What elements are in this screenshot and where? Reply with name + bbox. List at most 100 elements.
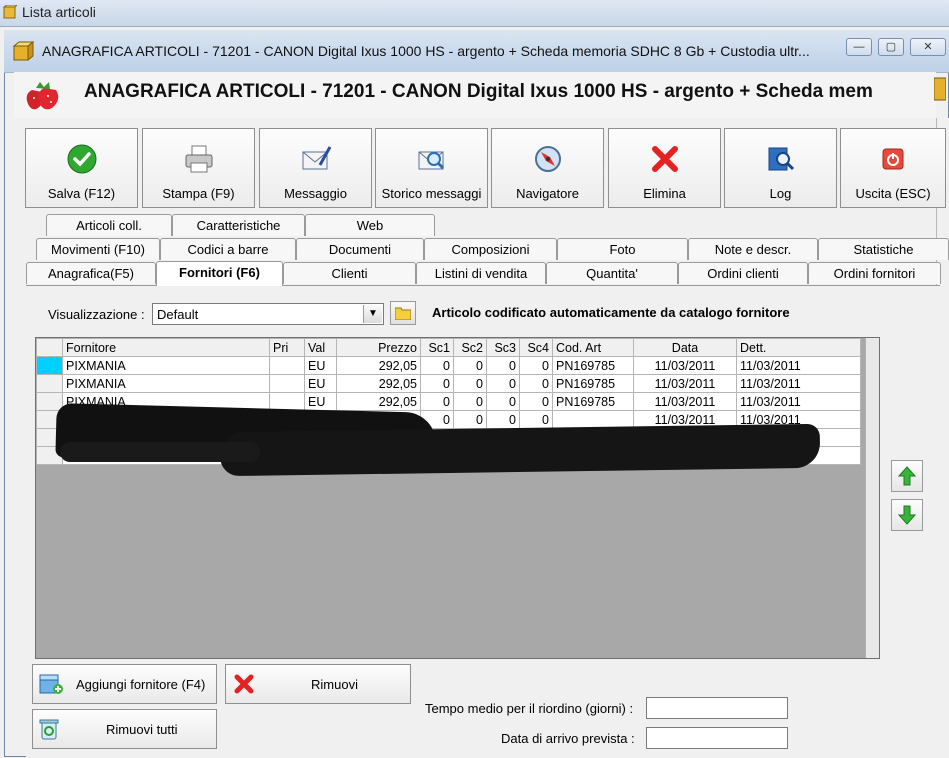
table-cell[interactable]: 292,05 <box>336 356 421 375</box>
table-cell[interactable]: EU <box>304 374 337 393</box>
minimize-button[interactable]: — <box>846 38 872 56</box>
tab-codici-a-barre[interactable]: Codici a barre <box>160 238 296 260</box>
tab-caratteristiche[interactable]: Caratteristiche <box>172 214 305 236</box>
suppliers-grid[interactable]: Fornitore Pri Val Prezzo Sc1 Sc2 Sc3 Sc4… <box>35 337 880 659</box>
tab-ordini-fornitori[interactable]: Ordini fornitori <box>808 262 941 284</box>
view-select[interactable]: Default ▼ <box>152 303 384 325</box>
table-cell[interactable]: 0 <box>519 392 553 411</box>
exit-button[interactable]: Uscita (ESC) <box>840 128 946 208</box>
table-cell[interactable]: 0 <box>519 356 553 375</box>
table-cell[interactable] <box>269 356 305 375</box>
table-cell[interactable]: 0 <box>420 356 454 375</box>
row-indicator[interactable] <box>36 374 63 393</box>
col-cod-art[interactable]: Cod. Art <box>552 338 634 357</box>
table-cell[interactable]: 292,05 <box>336 392 421 411</box>
table-cell[interactable] <box>269 374 305 393</box>
table-cell[interactable]: 0 <box>453 374 487 393</box>
navigator-button[interactable]: Navigatore <box>491 128 604 208</box>
table-cell[interactable]: 11/03/2011 <box>736 374 861 393</box>
close-button[interactable]: ✕ <box>910 38 946 56</box>
table-cell[interactable]: PN169785 <box>552 356 634 375</box>
tab-documenti[interactable]: Documenti <box>296 238 424 260</box>
tab-statistiche[interactable]: Statistiche <box>818 238 949 260</box>
remove-button[interactable]: Rimuovi <box>225 664 411 704</box>
restore-button[interactable]: ▢ <box>878 38 904 56</box>
move-down-button[interactable] <box>891 499 923 531</box>
table-cell[interactable]: 0 <box>453 356 487 375</box>
reorder-time-input[interactable] <box>646 697 788 719</box>
compass-icon <box>534 146 561 172</box>
open-folder-button[interactable] <box>390 301 416 325</box>
red-x-icon <box>234 674 254 694</box>
table-cell[interactable]: 0 <box>486 392 520 411</box>
table-cell[interactable]: 11/03/2011 <box>736 392 861 411</box>
tab-anagrafica[interactable]: Anagrafica(F5) <box>26 262 156 284</box>
row-indicator[interactable] <box>36 392 63 411</box>
delete-button[interactable]: Elimina <box>608 128 721 208</box>
save-button[interactable]: Salva (F12) <box>25 128 138 208</box>
table-cell[interactable]: 0 <box>519 410 553 429</box>
window-titlebar[interactable]: ANAGRAFICA ARTICOLI - 71201 - CANON Digi… <box>4 30 949 73</box>
tab-note-e-descr[interactable]: Note e descr. <box>688 238 818 260</box>
col-data[interactable]: Data <box>633 338 737 357</box>
tab-ordini-clienti[interactable]: Ordini clienti <box>678 262 808 284</box>
table-row[interactable]: PIXMANIA EU 292,05 0 0 0 0 PN169785 11/03/2011 11… <box>36 374 861 393</box>
reorder-time-label: Tempo medio per il riordino (giorni) : <box>425 701 634 716</box>
tab-fornitori[interactable]: Fornitori (F6) <box>156 261 283 286</box>
table-cell[interactable]: 0 <box>420 374 454 393</box>
col-prezzo[interactable]: Prezzo <box>336 338 421 357</box>
grid-vertical-scrollbar[interactable] <box>865 338 879 658</box>
tab-web[interactable]: Web <box>305 214 435 236</box>
col-dett[interactable]: Dett. <box>736 338 861 357</box>
table-cell[interactable]: PN169785 <box>552 374 634 393</box>
table-cell[interactable]: PIXMANIA <box>62 356 270 375</box>
tab-articoli-coll[interactable]: Articoli coll. <box>46 214 172 236</box>
row-indicator[interactable] <box>36 356 63 375</box>
message-history-button[interactable]: Storico messaggi <box>375 128 488 208</box>
table-cell[interactable]: 292,05 <box>336 374 421 393</box>
table-cell[interactable]: 0 <box>519 374 553 393</box>
remove-all-button[interactable]: Rimuovi tutti <box>32 709 217 749</box>
table-cell[interactable]: EU <box>304 356 337 375</box>
table-cell[interactable]: EU <box>304 392 337 411</box>
tab-listini-di-vendita[interactable]: Listini di vendita <box>416 262 546 284</box>
log-button[interactable]: Log <box>724 128 837 208</box>
app-cube-icon <box>3 5 17 19</box>
table-row[interactable]: PIXMANIA EU 292,05 0 0 0 0 PN169785 11/03/2011 11… <box>36 356 861 375</box>
chevron-down-icon[interactable]: ▼ <box>363 305 382 323</box>
table-cell[interactable]: 0 <box>453 392 487 411</box>
col-sc1[interactable]: Sc1 <box>420 338 454 357</box>
col-sc2[interactable]: Sc2 <box>453 338 487 357</box>
add-supplier-label: Aggiungi fornitore (F4) <box>76 677 206 692</box>
table-cell[interactable]: 11/03/2011 <box>633 392 737 411</box>
print-button[interactable]: Stampa (F9) <box>142 128 255 208</box>
tab-composizioni[interactable]: Composizioni <box>424 238 557 260</box>
table-cell[interactable]: PN169785 <box>552 392 634 411</box>
add-supplier-button[interactable]: Aggiungi fornitore (F4) <box>32 664 217 704</box>
table-cell[interactable]: 0 <box>486 356 520 375</box>
move-up-button[interactable] <box>891 460 923 492</box>
table-cell[interactable]: 11/03/2011 <box>633 356 737 375</box>
col-sc3[interactable]: Sc3 <box>486 338 520 357</box>
table-cell[interactable]: 11/03/2011 <box>633 374 737 393</box>
redaction-mark <box>219 423 821 477</box>
folder-icon <box>395 307 411 320</box>
table-cell[interactable]: 0 <box>453 410 487 429</box>
printer-icon <box>185 145 212 173</box>
col-pri[interactable]: Pri <box>269 338 305 357</box>
col-val[interactable]: Val <box>304 338 337 357</box>
table-cell[interactable]: 0 <box>420 392 454 411</box>
tab-foto[interactable]: Foto <box>557 238 688 260</box>
tab-clienti[interactable]: Clienti <box>283 262 416 284</box>
table-cell[interactable]: 0 <box>486 374 520 393</box>
col-sc4[interactable]: Sc4 <box>519 338 553 357</box>
tab-movimenti[interactable]: Movimenti (F10) <box>36 238 160 260</box>
table-cell[interactable]: PIXMANIA <box>62 374 270 393</box>
tab-quantita[interactable]: Quantita' <box>546 262 678 284</box>
table-cell[interactable]: 11/03/2011 <box>736 356 861 375</box>
col-fornitore[interactable]: Fornitore <box>62 338 270 357</box>
arrival-date-input[interactable] <box>646 727 788 749</box>
table-cell[interactable]: 0 <box>486 410 520 429</box>
view-label: Visualizzazione : <box>48 307 145 322</box>
message-button[interactable]: Messaggio <box>259 128 372 208</box>
